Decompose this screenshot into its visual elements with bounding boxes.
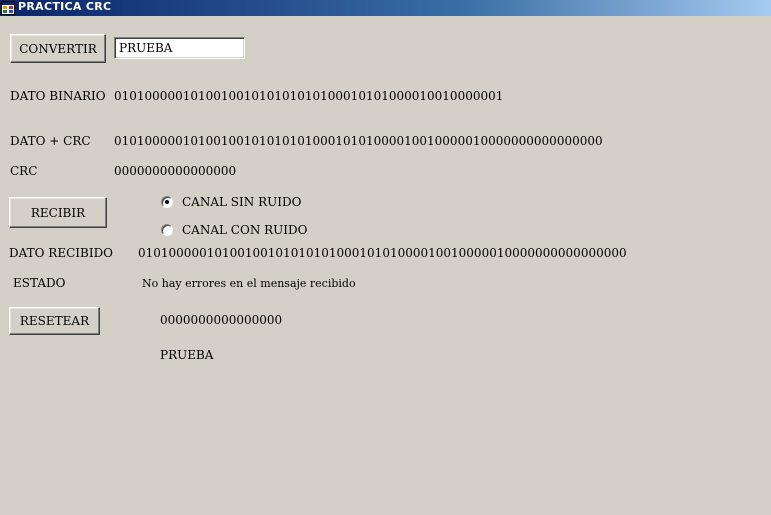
radio-canal-con-ruido-label: CANAL CON RUIDO [182, 223, 308, 237]
title-bar[interactable]: PRACTICA CRC [0, 0, 771, 16]
window-title: PRACTICA CRC [18, 0, 112, 13]
crc-value: 0000000000000000 [114, 164, 237, 178]
decoded-text-value: PRUEBA [160, 348, 214, 362]
radio-button-checked-icon[interactable] [161, 196, 173, 208]
radio-canal-con-ruido[interactable]: CANAL CON RUIDO [161, 223, 307, 237]
dato-binario-value: 0101000001010010010101010101000101010000… [114, 89, 504, 103]
estado-label: ESTADO [13, 276, 66, 290]
crc-check-value: 0000000000000000 [160, 313, 283, 327]
radio-canal-sin-ruido[interactable]: CANAL SIN RUIDO [161, 195, 301, 209]
convertir-button[interactable]: CONVERTIR [10, 34, 106, 63]
radio-canal-sin-ruido-label: CANAL SIN RUIDO [182, 195, 302, 209]
crc-label: CRC [10, 164, 38, 178]
dato-recibido-label: DATO RECIBIDO [9, 246, 114, 260]
app-window-icon [1, 1, 15, 15]
radio-button-unchecked-icon[interactable] [161, 224, 173, 236]
dato-crc-value: 0101000001010010010101010100010101000010… [114, 134, 603, 148]
dato-recibido-value: 0101000001010010010101010100010101000010… [138, 246, 627, 260]
dato-binario-label: DATO BINARIO [10, 89, 106, 103]
recibir-button[interactable]: RECIBIR [9, 197, 107, 228]
resetear-button[interactable]: RESETEAR [9, 307, 100, 335]
text-input[interactable] [114, 37, 245, 59]
estado-value: No hay errores en el mensaje recibido [142, 277, 356, 290]
dato-crc-label: DATO + CRC [10, 134, 91, 148]
